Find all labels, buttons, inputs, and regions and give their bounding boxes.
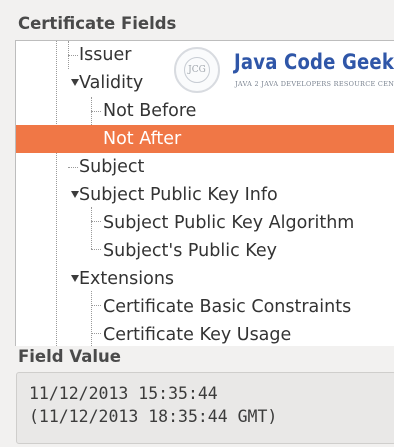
logo-title: Java Code Geeks <box>234 50 394 74</box>
logo-subtitle: JAVA 2 JAVA DEVELOPERS RESOURCE CENTER <box>235 80 394 88</box>
field-value-box[interactable]: 11/12/2013 15:35:44 (11/12/2013 18:35:44… <box>16 372 394 444</box>
tree-item-subject[interactable]: Subject <box>16 153 394 181</box>
jcg-emblem-icon: JCG <box>174 47 220 93</box>
tree-item-label: Subject <box>79 157 145 177</box>
tree-item-subject-public-key-algorithm[interactable]: Subject Public Key Algorithm <box>16 209 394 237</box>
field-value-line-2: (11/12/2013 18:35:44 GMT) <box>29 407 278 426</box>
tree-item-not-after[interactable]: Not After <box>16 125 394 153</box>
tree-item-label: Extensions <box>79 269 175 289</box>
tree-item-label: Subject Public Key Algorithm <box>103 213 355 233</box>
field-value-heading: Field Value <box>18 347 121 366</box>
tree-item-certificate-basic-constraints[interactable]: Certificate Basic Constraints <box>16 293 394 321</box>
expand-triangle-icon[interactable] <box>71 191 79 198</box>
tree-item-label: Subject Public Key Info <box>79 185 278 205</box>
tree-item-subject-public-key-info[interactable]: Subject Public Key Info <box>16 181 394 209</box>
tree-item-extensions[interactable]: Extensions <box>16 265 394 293</box>
certificate-fields-heading: Certificate Fields <box>18 14 177 33</box>
tree-item-label: Not After <box>103 129 182 149</box>
jcg-emblem-text: JCG <box>184 57 210 83</box>
tree-item-label: Not Before <box>103 101 197 121</box>
expand-triangle-icon[interactable] <box>71 275 79 282</box>
tree-item-subjects-public-key[interactable]: Subject's Public Key <box>16 237 394 265</box>
tree-item-label: Subject's Public Key <box>103 241 277 261</box>
expand-triangle-icon[interactable] <box>71 79 79 86</box>
tree-item-label: Certificate Basic Constraints <box>103 297 352 317</box>
java-code-geeks-logo: JCG Java Code Geeks JAVA 2 JAVA DEVELOPE… <box>172 44 394 96</box>
tree-item-certificate-key-usage[interactable]: Certificate Key Usage <box>16 321 394 346</box>
tree-item-label: Certificate Key Usage <box>103 325 292 345</box>
certificate-viewer: Certificate Fields Issuer Validity Not B… <box>0 0 394 447</box>
tree-item-label: Validity <box>79 73 144 93</box>
field-value-line-1: 11/12/2013 15:35:44 <box>29 384 218 403</box>
tree-item-label: Issuer <box>79 45 132 65</box>
tree-item-not-before[interactable]: Not Before <box>16 97 394 125</box>
